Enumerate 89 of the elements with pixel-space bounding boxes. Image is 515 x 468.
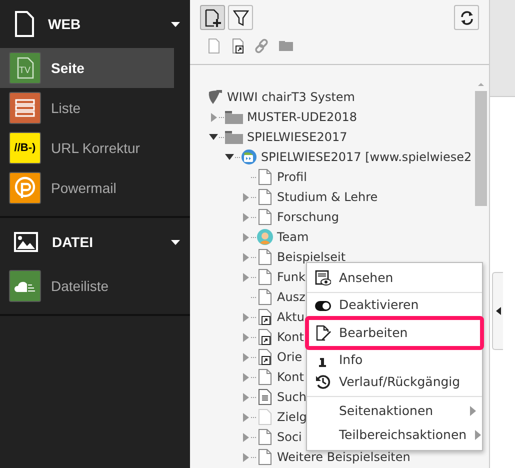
- tree-item-label[interactable]: Profil: [277, 168, 307, 186]
- tree-item-label[interactable]: Ausz: [277, 288, 306, 306]
- module-item[interactable]: Powermail: [0, 168, 174, 208]
- menu-item[interactable]: Info: [307, 350, 482, 370]
- expand-arrow-icon[interactable]: [242, 252, 248, 262]
- person-icon: [257, 229, 273, 245]
- expand-arrow-icon[interactable]: [242, 192, 248, 202]
- faded-page-icon: [257, 409, 273, 425]
- view-icon: [315, 270, 331, 286]
- filter-icon: [232, 10, 248, 26]
- group-title[interactable]: DATEI: [52, 232, 157, 252]
- submenu-arrow-icon: [474, 430, 481, 440]
- expand-arrow-icon[interactable]: [242, 412, 248, 422]
- module-logo: //B-): [9, 132, 41, 164]
- link-icon[interactable]: [254, 38, 270, 54]
- globe-icon: [241, 149, 257, 165]
- refresh-icon: [458, 10, 474, 26]
- page-icon: [257, 249, 273, 265]
- collapse-arrow-icon[interactable]: [225, 154, 234, 160]
- history-icon: [315, 374, 331, 390]
- menu-item[interactable]: Seitenaktionen: [307, 399, 482, 423]
- tree-item-label[interactable]: Weitere Beispielseiten: [277, 448, 410, 466]
- tree-item-label[interactable]: Kont: [277, 368, 304, 386]
- new-shortcut-type-icon[interactable]: [230, 38, 246, 54]
- refresh-button[interactable]: [454, 5, 479, 30]
- group-title[interactable]: WEB: [48, 14, 157, 34]
- tree-root-label[interactable]: WIWI chairT3 System: [227, 88, 355, 106]
- tree-item-label[interactable]: Beispielseit: [277, 248, 346, 266]
- page-icon: [257, 429, 273, 445]
- module-item[interactable]: Dateiliste: [0, 266, 174, 306]
- expand-arrow-icon[interactable]: [242, 432, 248, 442]
- tree-item-label[interactable]: Team: [277, 228, 309, 246]
- menu-item[interactable]: Deaktivieren: [307, 295, 482, 316]
- shortcut-page-icon: [257, 309, 273, 325]
- tree-item-label[interactable]: Studium & Lehre: [277, 188, 378, 206]
- page-icon: [257, 189, 273, 205]
- caret-down-icon[interactable]: [171, 22, 180, 26]
- expand-arrow-icon[interactable]: [242, 352, 248, 362]
- cms-logo-icon: [207, 89, 223, 105]
- menu-item[interactable]: Verlauf/Rückgängig: [307, 370, 482, 394]
- shortcut-page-icon: [257, 349, 273, 365]
- filter-button[interactable]: [228, 5, 253, 30]
- caret-left-icon: [496, 307, 500, 315]
- tree-item-label[interactable]: MUSTER-UDE2018: [247, 108, 357, 126]
- caret-down-icon[interactable]: [171, 240, 180, 244]
- tree-item-label[interactable]: SPIELWIESE2017 [www.spielwiese2: [261, 148, 472, 166]
- content-page-icon: [257, 389, 273, 405]
- collapse-arrow-icon[interactable]: [209, 134, 218, 140]
- collapse-tab[interactable]: [492, 272, 503, 350]
- page-icon: [257, 269, 273, 285]
- new-page-type-icon[interactable]: [206, 38, 222, 54]
- tree-item-label[interactable]: Orie: [277, 348, 302, 366]
- new-page-icon: [204, 8, 220, 26]
- page-icon: [257, 449, 273, 465]
- expand-arrow-icon[interactable]: [242, 312, 248, 322]
- module-item[interactable]: TV Seite: [0, 48, 174, 88]
- tree-item-label[interactable]: Aktu: [277, 308, 304, 326]
- tree-item-label[interactable]: Soci: [277, 428, 302, 446]
- folder-icon[interactable]: [278, 38, 294, 54]
- tree-item-label[interactable]: Kont: [277, 328, 304, 346]
- page-icon: [257, 169, 273, 185]
- expand-arrow-icon[interactable]: [242, 452, 248, 462]
- page-icon: [257, 289, 273, 305]
- tree-item-label[interactable]: Forschung: [277, 208, 340, 226]
- tree-item-label[interactable]: Zielg: [277, 408, 307, 426]
- tree-item-label[interactable]: Such: [277, 388, 306, 406]
- module-item[interactable]: //B-) URL Korrektur: [0, 128, 174, 168]
- expand-arrow-icon[interactable]: [210, 112, 216, 122]
- page-icon: [257, 369, 273, 385]
- menu-item[interactable]: Teilbereichsaktionen: [307, 423, 482, 447]
- expand-arrow-icon[interactable]: [242, 272, 248, 282]
- module-item[interactable]: Liste: [0, 88, 174, 128]
- page-icon: [14, 11, 34, 37]
- tree-item-label[interactable]: Funk: [277, 268, 306, 286]
- expand-arrow-icon[interactable]: [242, 232, 248, 242]
- image-icon: [14, 232, 38, 252]
- tree-item-label[interactable]: SPIELWIESE2017: [247, 128, 348, 146]
- expand-arrow-icon[interactable]: [242, 212, 248, 222]
- shortcut-page-icon: [257, 329, 273, 345]
- new-page-button[interactable]: [200, 5, 225, 30]
- page-icon: [257, 209, 273, 225]
- menu-item[interactable]: Ansehen: [307, 266, 482, 290]
- submenu-arrow-icon: [470, 406, 476, 416]
- expand-arrow-icon[interactable]: [242, 332, 248, 342]
- module-icon: TV: [9, 52, 41, 84]
- edit-icon: [315, 325, 331, 341]
- menu-item[interactable]: Bearbeiten: [305, 316, 484, 350]
- expand-arrow-icon[interactable]: [242, 372, 248, 382]
- expand-arrow-icon[interactable]: [242, 392, 248, 402]
